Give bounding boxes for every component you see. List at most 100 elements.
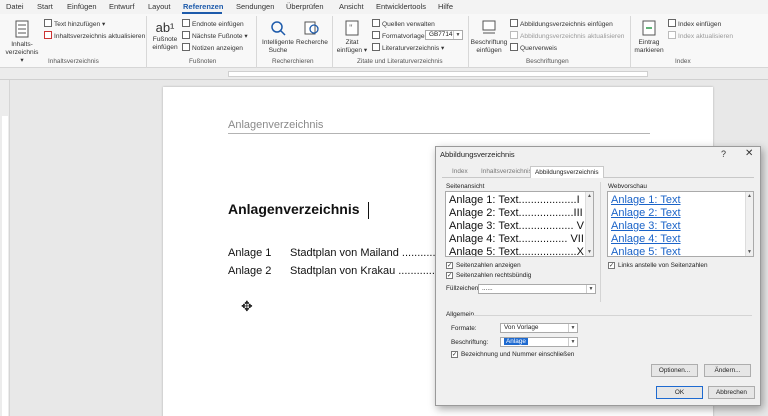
add-text-button[interactable]: Text hinzufügen ▾ (44, 19, 105, 29)
chevron-down-icon: ▼ (453, 31, 462, 39)
web-preview-scrollbar[interactable]: ▲ ▼ (745, 192, 753, 256)
update-tof-button[interactable]: Abbildungsverzeichnis aktualisieren (510, 31, 624, 41)
tab-layout[interactable]: Layout (148, 2, 171, 11)
style-icon (372, 31, 380, 39)
caption-combo[interactable]: Anlage ▼ (500, 337, 578, 347)
right-align-checkbox[interactable]: ✓ (446, 272, 453, 279)
research-button[interactable]: Recherche (296, 20, 328, 47)
close-button[interactable]: ✕ (745, 148, 753, 159)
use-hyperlinks-label: Links anstelle von Seitenzahlen (618, 262, 708, 269)
ribbon-separator (146, 16, 147, 68)
tab-start[interactable]: Start (37, 2, 53, 11)
right-align-label: Seitenzahlen rechtsbündig (456, 272, 532, 279)
entry-text: Stadtplan von Krakau ................ (290, 265, 448, 277)
footnote-label-1: Fußnote (152, 36, 178, 43)
endnote-label: Endnote einfügen (192, 21, 244, 28)
next-footnote-label: Nächste Fußnote ▾ (192, 33, 248, 40)
mark-entry-label-2: markieren (634, 47, 664, 54)
insert-caption-button[interactable]: Beschriftung einfügen (470, 20, 508, 55)
tab-ueberpruefen[interactable]: Überprüfen (286, 2, 324, 11)
show-notes-button[interactable]: Notizen anzeigen (182, 43, 243, 53)
tab-entwicklertools[interactable]: Entwicklertools (376, 2, 426, 11)
preview-separator (600, 182, 601, 302)
web-preview-link[interactable]: Anlage 4: Text (611, 233, 681, 245)
footnote-label-2: einfügen (152, 44, 178, 51)
caption-icon (482, 20, 496, 34)
caption-label: Beschriftung: (451, 339, 489, 346)
vertical-ruler-text-area (2, 116, 8, 416)
ruler-text-area (228, 71, 648, 77)
update-toc-button[interactable]: Inhaltsverzeichnis aktualisieren (44, 31, 145, 41)
cross-reference-label: Querverweis (520, 45, 558, 52)
toc-button[interactable]: Inhalts- verzeichnis ▾ (4, 20, 40, 65)
update-toc-icon (44, 31, 52, 39)
entry-label: Anlage 1 (228, 247, 272, 259)
tab-index[interactable]: Index (448, 166, 472, 177)
ribbon-separator (630, 16, 631, 68)
update-index-button[interactable]: Index aktualisieren (668, 31, 733, 41)
tab-ansicht[interactable]: Ansicht (339, 2, 364, 11)
scroll-up-icon[interactable]: ▲ (587, 193, 592, 199)
help-button[interactable]: ? (721, 149, 726, 159)
use-hyperlinks-checkbox[interactable]: ✓ (608, 262, 615, 269)
tab-sendungen[interactable]: Sendungen (236, 2, 274, 11)
preview-line: Anlage 3: Text.................. V (449, 220, 584, 232)
endnote-icon (182, 19, 190, 27)
formats-combo[interactable]: Von Vorlage ▼ (500, 323, 578, 333)
cross-reference-button[interactable]: Querverweis (510, 43, 557, 53)
formats-value: Von Vorlage (504, 324, 539, 331)
cancel-button[interactable]: Abbrechen (708, 386, 755, 399)
move-cursor-icon: ✥ (241, 298, 253, 314)
tab-datei[interactable]: Datei (6, 2, 24, 11)
insert-citation-button[interactable]: " Zitat einfügen ▾ (336, 20, 368, 55)
add-text-label: Text hinzufügen ▾ (54, 21, 106, 28)
bibliography-button[interactable]: Literaturverzeichnis ▾ (372, 43, 444, 53)
insert-tof-button[interactable]: Abbildungsverzeichnis einfügen (510, 19, 613, 29)
group-label-citations: Zitate und Literaturverzeichnis (357, 58, 443, 65)
citation-label-2: einfügen ▾ (336, 47, 368, 54)
smart-lookup-button[interactable]: Intelligente Suche (260, 20, 296, 55)
tab-entwurf[interactable]: Entwurf (109, 2, 134, 11)
chevron-down-icon: ▼ (568, 324, 577, 332)
manage-sources-icon (372, 19, 380, 27)
web-preview-link[interactable]: Anlage 3: Text (611, 220, 681, 232)
scroll-up-icon[interactable]: ▲ (747, 193, 752, 199)
style-combo[interactable]: GB7714 ▼ (425, 30, 463, 40)
group-label-toc: Inhaltsverzeichnis (48, 58, 99, 65)
insert-footnote-button[interactable]: ab¹ Fußnote einfügen (150, 20, 180, 52)
web-preview-link[interactable]: Anlage 5: Text (611, 246, 681, 256)
dialog-title: Abbildungsverzeichnis (440, 150, 515, 159)
tab-leader-combo[interactable]: ...... ▼ (478, 284, 596, 294)
show-page-numbers-checkbox[interactable]: ✓ (446, 262, 453, 269)
toc-label-1: Inhalts- (11, 41, 33, 48)
modify-button[interactable]: Ändern... (704, 364, 751, 377)
group-label-index: Index (675, 58, 691, 65)
options-button[interactable]: Optionen... (651, 364, 698, 377)
ribbon-separator (256, 16, 257, 68)
scroll-down-icon[interactable]: ▼ (747, 249, 752, 255)
mark-entry-button[interactable]: Eintrag markieren (633, 20, 665, 55)
bibliography-label: Literaturverzeichnis ▾ (382, 45, 445, 52)
insert-index-button[interactable]: Index einfügen (668, 19, 721, 29)
insert-endnote-button[interactable]: Endnote einfügen (182, 19, 244, 29)
tab-toc[interactable]: Inhaltsverzeichnis (477, 166, 536, 177)
update-tof-label: Abbildungsverzeichnis aktualisieren (520, 33, 625, 40)
tab-einfuegen[interactable]: Einfügen (67, 2, 97, 11)
next-footnote-button[interactable]: Nächste Fußnote ▾ (182, 31, 248, 41)
ok-button[interactable]: OK (656, 386, 703, 399)
smart-lookup-label-2: Suche (268, 47, 288, 54)
include-label-checkbox[interactable]: ✓ (451, 351, 458, 358)
svg-text:": " (349, 23, 353, 33)
scroll-down-icon[interactable]: ▼ (587, 249, 592, 255)
web-preview-link[interactable]: Anlage 2: Text (611, 207, 681, 219)
tab-hilfe[interactable]: Hilfe (438, 2, 453, 11)
tab-referenzen[interactable]: Referenzen (183, 2, 223, 11)
preview-scrollbar[interactable]: ▲ ▼ (585, 192, 593, 256)
menu-bar: Datei Start Einfügen Entwurf Layout Refe… (0, 0, 768, 14)
web-preview-link[interactable]: Anlage 1: Text (611, 194, 681, 206)
chevron-down-icon: ▼ (586, 285, 595, 293)
formats-label: Formate: (451, 325, 477, 332)
manage-sources-button[interactable]: Quellen verwalten (372, 19, 435, 29)
tab-table-of-figures[interactable]: Abbildungsverzeichnis (530, 166, 604, 178)
tab-leader-label: Füllzeichen: (446, 285, 481, 292)
